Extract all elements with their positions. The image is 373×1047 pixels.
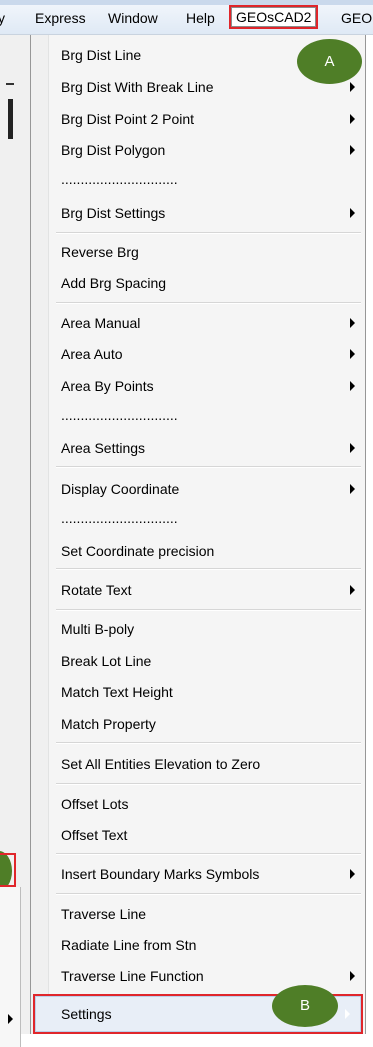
submenu-arrow-icon — [350, 208, 355, 218]
menu-item-add-brg-spacing[interactable]: Add Brg Spacing — [61, 269, 365, 297]
menu-item-label: .............................. — [61, 171, 178, 187]
menu-item-label: Match Text Height — [61, 684, 173, 700]
menu-item-label: Brg Dist With Break Line — [61, 79, 214, 95]
menu-item-label: Brg Dist Line — [61, 47, 142, 63]
menu-item-label: .............................. — [61, 510, 178, 526]
menu-item-offset-text[interactable]: Offset Text — [61, 821, 365, 849]
menubar-item-express[interactable]: Express — [35, 10, 86, 26]
menu-item-label: Brg Dist Settings — [61, 205, 166, 221]
menu-item-label: Display Coordinate — [61, 481, 180, 497]
menu-item-set-all-entities-elevation-to-zero[interactable]: Set All Entities Elevation to Zero — [61, 750, 365, 778]
title-strip — [0, 0, 373, 5]
menu-item-label: Break Lot Line — [61, 653, 152, 669]
menu-item-label: Traverse Line Function — [61, 968, 204, 984]
menu-separator — [56, 232, 361, 234]
menubar-item-geo-partial[interactable]: GEO — [341, 10, 372, 26]
menu-item-label: Area Settings — [61, 440, 146, 456]
geoscad2-dropdown-menu: Brg Dist Line Brg Dist With Break Line B… — [30, 35, 366, 1034]
menu-item-dotted-separator[interactable]: .............................. — [61, 168, 365, 196]
menu-item-break-lot-line[interactable]: Break Lot Line — [61, 647, 365, 675]
menu-item-traverse-line-function[interactable]: Traverse Line Function — [61, 962, 365, 990]
menu-item-label: .............................. — [61, 407, 178, 423]
submenu-arrow-icon — [350, 82, 355, 92]
submenu-arrow-icon — [350, 971, 355, 981]
menu-separator — [56, 568, 361, 570]
menu-item-brg-dist-point-2-point[interactable]: Brg Dist Point 2 Point — [61, 105, 365, 133]
menu-separator — [56, 853, 361, 855]
menu-item-label: Area Manual — [61, 315, 141, 331]
menu-item-label: Add Brg Spacing — [61, 275, 167, 291]
menu-item-label: Traverse Line — [61, 906, 147, 922]
menu-item-display-coordinate[interactable]: Display Coordinate — [61, 475, 365, 503]
callout-b: B — [272, 985, 338, 1027]
menu-item-reverse-brg[interactable]: Reverse Brg — [61, 238, 365, 266]
menu-item-match-text-height[interactable]: Match Text Height — [61, 678, 365, 706]
menu-item-brg-dist-polygon[interactable]: Brg Dist Polygon — [61, 136, 365, 164]
panel-scroll-thumb[interactable] — [8, 99, 13, 139]
menu-item-radiate-line-from-stn[interactable]: Radiate Line from Stn — [61, 931, 365, 959]
submenu-arrow-icon — [350, 318, 355, 328]
menu-item-label: Insert Boundary Marks Symbols — [61, 866, 260, 882]
menubar-item-window[interactable]: Window — [108, 10, 158, 26]
menu-item-dotted-separator[interactable]: .............................. — [61, 404, 365, 432]
menu-item-label: Set Coordinate precision — [61, 543, 215, 559]
highlight-box-edge — [0, 853, 16, 887]
menu-item-rotate-text[interactable]: Rotate Text — [61, 576, 365, 604]
submenu-arrow-icon — [350, 349, 355, 359]
menu-item-label: Rotate Text — [61, 582, 132, 598]
menu-item-area-settings[interactable]: Area Settings — [61, 434, 365, 462]
menu-item-label: Match Property — [61, 716, 156, 732]
menu-separator — [56, 302, 361, 304]
menu-item-label: Brg Dist Point 2 Point — [61, 111, 195, 127]
menu-item-insert-boundary-marks-symbols[interactable]: Insert Boundary Marks Symbols — [61, 860, 365, 888]
menu-item-set-coordinate-precision[interactable]: Set Coordinate precision — [61, 537, 365, 565]
menu-item-traverse-line[interactable]: Traverse Line — [61, 900, 365, 928]
menu-item-label: Settings — [61, 1006, 112, 1022]
submenu-arrow-icon — [350, 484, 355, 494]
menu-item-offset-lots[interactable]: Offset Lots — [61, 790, 365, 818]
submenu-arrow-icon — [350, 114, 355, 124]
menu-item-dotted-separator[interactable]: .............................. — [61, 507, 365, 535]
menu-separator — [56, 466, 361, 468]
menu-item-area-auto[interactable]: Area Auto — [61, 340, 365, 368]
left-panel — [0, 35, 30, 1047]
menu-item-label: Radiate Line from Stn — [61, 937, 197, 953]
panel-tick — [6, 83, 14, 85]
menu-item-label: Reverse Brg — [61, 244, 139, 260]
submenu-arrow-icon — [350, 443, 355, 453]
menu-item-brg-dist-settings[interactable]: Brg Dist Settings — [61, 199, 365, 227]
menu-separator — [56, 783, 361, 785]
menu-item-label: Brg Dist Polygon — [61, 142, 166, 158]
menu-item-multi-b-poly[interactable]: Multi B-poly — [61, 615, 365, 643]
menu-icon-gutter — [31, 35, 49, 1034]
menu-separator — [56, 742, 361, 744]
menu-item-label: Area By Points — [61, 378, 154, 394]
menu-separator — [56, 609, 361, 611]
menubar-item-partial-left[interactable]: y — [0, 10, 5, 26]
menu-item-label: Area Auto — [61, 346, 123, 362]
menu-item-label: Offset Text — [61, 827, 128, 843]
menu-separator — [56, 893, 361, 895]
submenu-arrow-icon — [350, 145, 355, 155]
submenu-arrow-icon — [350, 869, 355, 879]
menu-item-label: Offset Lots — [61, 796, 129, 812]
menubar: y Express Window Help GEOsCAD2 GEO — [0, 0, 373, 35]
submenu-arrow-icon — [8, 1014, 13, 1024]
menu-item-label: Set All Entities Elevation to Zero — [61, 756, 261, 772]
menu-item-label: Multi B-poly — [61, 621, 135, 637]
submenu-arrow-icon — [350, 585, 355, 595]
submenu-arrow-icon — [345, 1009, 350, 1019]
menu-item-match-property[interactable]: Match Property — [61, 710, 365, 738]
menu-item-area-by-points[interactable]: Area By Points — [61, 372, 365, 400]
menubar-item-help[interactable]: Help — [186, 10, 215, 26]
menubar-item-geoscad2[interactable]: GEOsCAD2 — [228, 5, 319, 29]
menu-item-area-manual[interactable]: Area Manual — [61, 309, 365, 337]
submenu-arrow-icon — [350, 381, 355, 391]
callout-a: A — [297, 39, 362, 84]
